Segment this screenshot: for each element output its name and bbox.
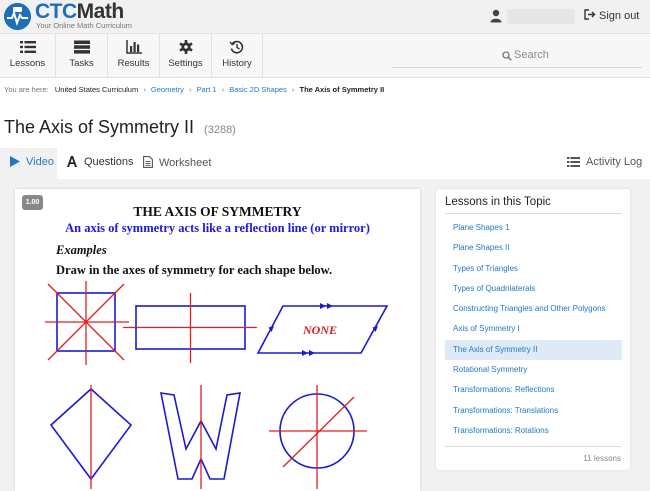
logo-text: CTCMath	[35, 0, 124, 23]
lessons-panel-heading: Lessons in this Topic	[445, 196, 622, 214]
bar-chart-icon	[125, 40, 142, 54]
nav-settings[interactable]: Settings	[159, 34, 211, 78]
lesson-link[interactable]: Constructing Triangles and Other Polygon…	[445, 299, 622, 319]
tasks-icon	[73, 40, 90, 54]
breadcrumb-root[interactable]: United States Curriculum	[55, 85, 138, 94]
main-navigation: Lessons Tasks Results Settings History S…	[0, 34, 650, 78]
ctcmath-logo-mark-icon	[4, 3, 31, 30]
lessons-count: 11 lessons	[444, 446, 621, 463]
lesson-link[interactable]: Rotational Symmetry	[445, 360, 622, 380]
history-icon	[229, 40, 244, 54]
lesson-link[interactable]: Axis of Symmetry I	[445, 319, 622, 339]
lesson-link[interactable]: Plane Shapes II	[445, 238, 622, 258]
tab-video[interactable]: Video	[0, 148, 57, 179]
w-letter-shape	[159, 385, 241, 489]
activity-log-label: Activity Log	[586, 156, 643, 168]
lessons-in-topic-panel: Lessons in this Topic Plane Shapes 1 Pla…	[436, 189, 630, 470]
sign-out-icon	[584, 9, 596, 20]
lesson-link[interactable]: Types of Quadrilaterals	[445, 279, 622, 299]
user-icon	[490, 9, 502, 23]
lesson-link[interactable]: Transformations: Rotations	[445, 421, 622, 441]
lesson-list: Plane Shapes 1 Plane Shapes II Types of …	[445, 218, 622, 441]
search-placeholder: Search	[514, 49, 549, 61]
slide-subtitle: An axis of symmetry acts like a reflecti…	[65, 221, 370, 235]
circle-shape	[269, 385, 367, 489]
sign-out-button[interactable]: Sign out	[584, 9, 639, 22]
play-icon	[10, 156, 20, 167]
nav-history[interactable]: History	[211, 34, 263, 78]
sign-out-label: Sign out	[599, 10, 640, 22]
tab-worksheet-label: Worksheet	[159, 157, 212, 169]
user-name	[507, 9, 575, 24]
nav-lessons-label: Lessons	[9, 58, 46, 69]
tab-questions-label: Questions	[84, 156, 134, 168]
font-icon	[67, 156, 77, 167]
lesson-link[interactable]: Transformations: Reflections	[445, 380, 622, 400]
breadcrumb-prefix: You are here:	[4, 85, 49, 94]
breadcrumb-separator-icon: ›	[291, 85, 295, 94]
breadcrumb-current: The Axis of Symmetry II	[299, 85, 385, 94]
gear-icon	[178, 40, 193, 54]
breadcrumb-link-basic-2d-shapes[interactable]: Basic 2D Shapes	[229, 85, 287, 94]
nav-results[interactable]: Results	[107, 34, 159, 78]
nav-history-label: History	[222, 58, 252, 69]
rectangle-shape	[123, 293, 257, 363]
tab-video-label: Video	[26, 156, 54, 168]
nav-results-label: Results	[117, 58, 150, 69]
lesson-content: NONE 1.00 THE AXIS OF SYMMETRY An axis o…	[0, 179, 650, 491]
page-title-text: The Axis of Symmetry II	[4, 117, 195, 137]
logo-tagline: Your Online Math Curriculum	[36, 21, 133, 30]
none-label: NONE	[302, 323, 337, 337]
breadcrumb-separator-icon: ›	[188, 85, 192, 94]
nav-tasks[interactable]: Tasks	[55, 34, 107, 78]
breadcrumb-link-part[interactable]: Part 1	[197, 85, 217, 94]
breadcrumb-link-geometry[interactable]: Geometry	[151, 85, 184, 94]
lesson-link[interactable]: Plane Shapes 1	[445, 218, 622, 238]
lesson-link[interactable]: Transformations: Translations	[445, 401, 622, 421]
page-title: The Axis of Symmetry II (3288)	[4, 117, 236, 138]
nav-tasks-label: Tasks	[69, 58, 94, 69]
slide-instruction: Draw in the axes of symmetry for each sh…	[56, 263, 333, 277]
breadcrumb-separator-icon: ›	[221, 85, 225, 94]
document-icon	[143, 156, 153, 168]
tab-questions[interactable]: Questions	[66, 148, 134, 179]
slide-examples-label: Examples	[56, 243, 107, 257]
list-icon	[567, 157, 580, 167]
parallelogram-shape: NONE	[256, 303, 389, 356]
video-player[interactable]: NONE 1.00 THE AXIS OF SYMMETRY An axis o…	[15, 189, 420, 491]
lesson-link[interactable]: Types of Triangles	[445, 259, 622, 279]
nav-lessons[interactable]: Lessons	[0, 34, 55, 78]
tab-worksheet[interactable]: Worksheet	[143, 148, 211, 179]
lesson-link-active[interactable]: The Axis of Symmetry II	[445, 339, 622, 361]
list-icon	[19, 41, 36, 53]
breadcrumb-separator-icon: ›	[143, 85, 146, 94]
nav-settings-label: Settings	[168, 58, 203, 69]
lesson-id: (3288)	[204, 124, 236, 136]
slide-title: THE AXIS OF SYMMETRY	[133, 204, 302, 219]
ctcmath-logo[interactable]: CTCMath Your Online Math Curriculum	[4, 0, 154, 32]
top-header: CTCMath Your Online Math Curriculum Sign…	[0, 0, 650, 34]
search-input[interactable]: Search	[392, 44, 642, 68]
breadcrumb: You are here: United States Curriculum ›…	[4, 85, 384, 94]
search-icon	[502, 51, 512, 61]
square-shape	[45, 281, 129, 365]
activity-log-link[interactable]: Activity Log	[567, 148, 642, 179]
lesson-tabs: Video Questions Worksheet Activity Log	[0, 148, 650, 179]
kite-shape	[49, 385, 133, 489]
